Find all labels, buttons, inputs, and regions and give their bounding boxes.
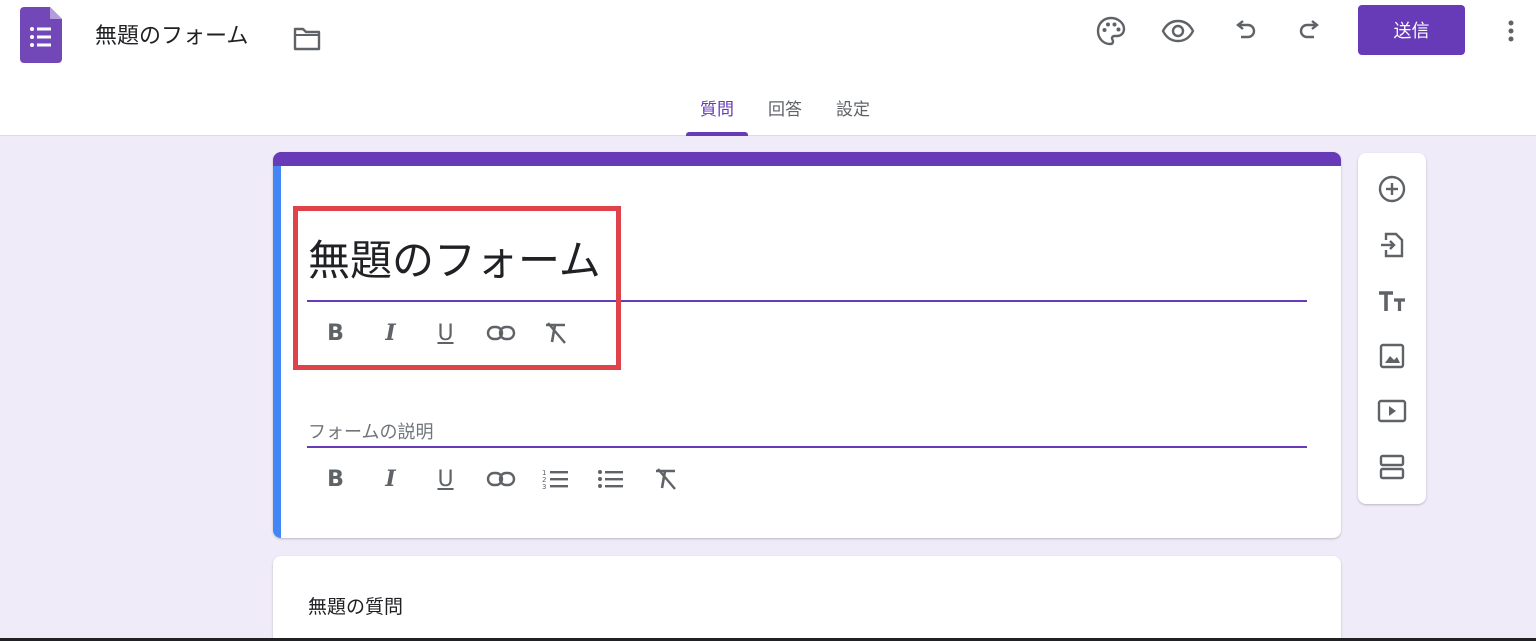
forms-logo-icon[interactable]: [20, 7, 62, 63]
form-description-input[interactable]: フォームの説明: [308, 418, 433, 444]
palette-icon[interactable]: [1094, 14, 1128, 48]
add-section-icon[interactable]: [1375, 450, 1409, 484]
tab-settings[interactable]: 設定: [836, 94, 870, 136]
undo-icon[interactable]: [1228, 14, 1262, 48]
bulleted-list-icon[interactable]: [583, 464, 638, 494]
question-card[interactable]: 無題の質問: [273, 556, 1341, 641]
description-underline: [307, 446, 1307, 448]
link-icon[interactable]: [473, 464, 528, 494]
add-title-icon[interactable]: [1375, 284, 1409, 318]
app-header: 無題のフォーム 送信 質問 回答 設定: [0, 0, 1536, 136]
tab-responses[interactable]: 回答: [768, 94, 802, 136]
document-title[interactable]: 無題のフォーム: [95, 22, 248, 52]
card-selected-indicator: [273, 166, 281, 538]
preview-eye-icon[interactable]: [1161, 14, 1195, 48]
annotation-highlight-box: [293, 206, 621, 370]
add-video-icon[interactable]: [1375, 394, 1409, 428]
bold-icon[interactable]: B: [308, 464, 363, 494]
send-button[interactable]: 送信: [1358, 5, 1465, 55]
more-vert-icon[interactable]: [1500, 14, 1522, 48]
description-format-toolbar: B I U 123: [308, 464, 693, 494]
question-title-input[interactable]: 無題の質問: [308, 592, 403, 619]
tab-bar: 質問 回答 設定: [686, 94, 904, 136]
add-question-icon[interactable]: [1375, 172, 1409, 206]
clear-format-icon[interactable]: [638, 464, 693, 494]
svg-text:3: 3: [542, 483, 546, 491]
numbered-list-icon[interactable]: 123: [528, 464, 583, 494]
tab-questions[interactable]: 質問: [686, 94, 748, 136]
import-questions-icon[interactable]: [1375, 228, 1409, 262]
italic-icon[interactable]: I: [363, 464, 418, 494]
redo-icon[interactable]: [1293, 14, 1327, 48]
underline-icon[interactable]: U: [418, 464, 473, 494]
card-accent-bar: [273, 152, 1341, 166]
floating-side-toolbar: [1358, 153, 1426, 504]
add-image-icon[interactable]: [1375, 339, 1409, 373]
folder-icon[interactable]: [292, 26, 322, 52]
